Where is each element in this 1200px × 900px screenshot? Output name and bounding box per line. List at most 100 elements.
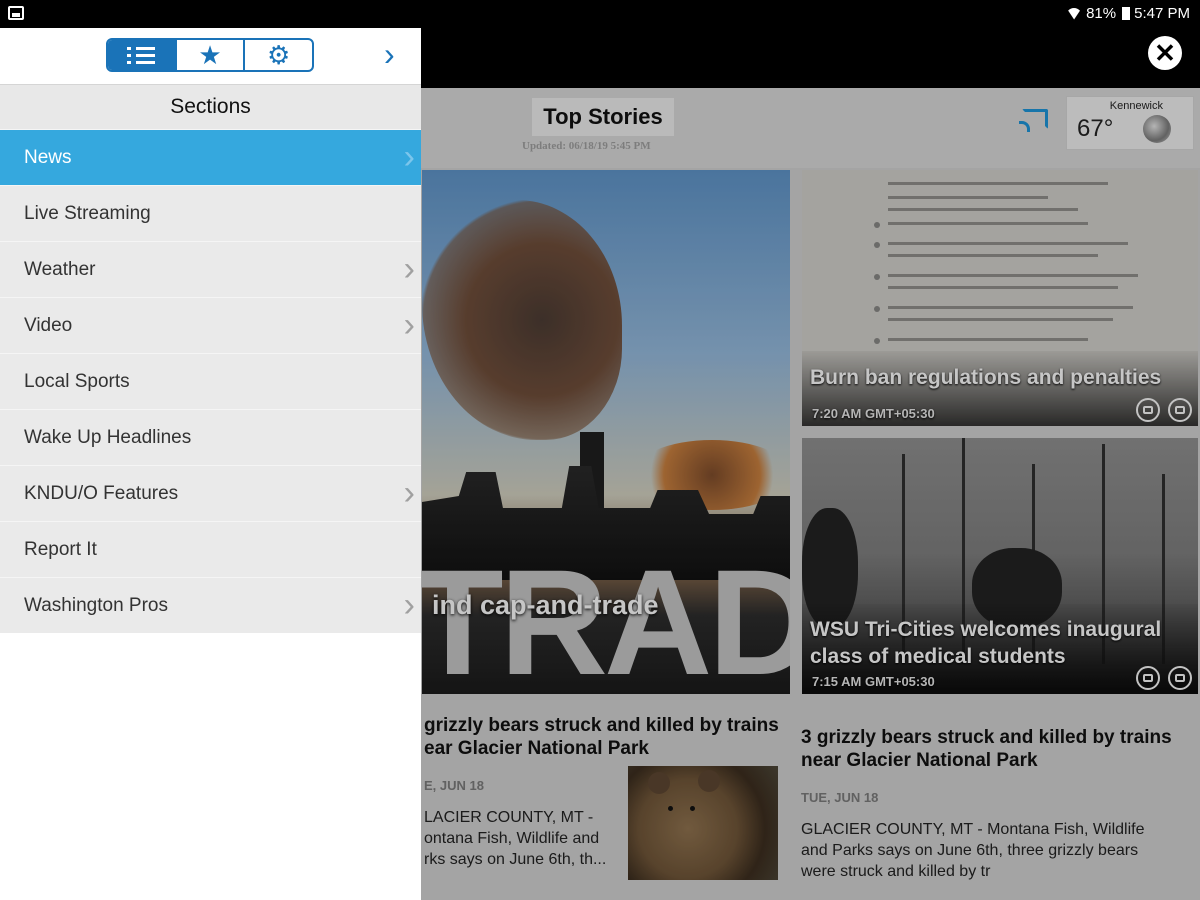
image-notification-icon [8, 6, 24, 20]
clock: 5:47 PM [1134, 5, 1190, 22]
tab-sections[interactable] [108, 40, 177, 70]
cloudy-moon-icon [1143, 115, 1171, 143]
chevron-right-icon[interactable]: › [384, 38, 395, 70]
article-title-line1: grizzly bears struck and killed by train… [424, 715, 779, 736]
chevron-right-icon[interactable]: › [404, 130, 415, 184]
document-bullet [874, 222, 880, 228]
story-time: 7:20 AM GMT+05:30 [812, 406, 935, 421]
drawer-tab-switcher: ★ ⚙ [106, 38, 314, 72]
battery-percent: 81% [1086, 5, 1117, 22]
document-line [888, 338, 1088, 341]
bear-eye [690, 806, 695, 811]
story-card-wsu[interactable]: WSU Tri-Cities welcomes inaugural class … [802, 438, 1198, 694]
weather-temperature: 67° [1077, 115, 1114, 142]
article-summary-line: and Parks says on June 6th, three grizzl… [801, 842, 1139, 859]
page-title: Top Stories [532, 98, 674, 136]
bear-eye [668, 806, 673, 811]
menu-item-label: Video [24, 315, 73, 336]
tab-favorites[interactable]: ★ [177, 40, 246, 70]
overlay-word: TRADE [422, 538, 790, 694]
document-bullet [874, 338, 880, 344]
story-title: Burn ban regulations and penalties [810, 366, 1162, 389]
document-line [888, 318, 1113, 321]
article-summary-line: rks says on June 6th, th... [424, 851, 607, 868]
bear-ear [648, 772, 670, 794]
chevron-right-icon[interactable]: › [404, 298, 415, 352]
battery-icon [1122, 7, 1131, 20]
menu-item-label: News [24, 147, 72, 168]
close-drawer-button[interactable]: ✕ [1148, 36, 1182, 70]
video-icon [1136, 666, 1160, 690]
menu-item-label: Report It [24, 539, 97, 560]
sections-menu: News › Live Streaming Weather › Video › … [0, 129, 421, 633]
bear-ear [698, 770, 720, 792]
list-icon [127, 45, 156, 65]
menu-item-label: Live Streaming [24, 203, 151, 224]
menu-item-label: Local Sports [24, 371, 130, 392]
document-line [888, 196, 1048, 199]
wifi-icon [1066, 8, 1082, 20]
gallery-icon [1168, 666, 1192, 690]
video-icon [1136, 398, 1160, 422]
gallery-icon [1168, 398, 1192, 422]
article-title-line2: near Glacier National Park [801, 750, 1038, 771]
menu-item-video[interactable]: Video › [0, 297, 421, 353]
menu-item-wake-up-headlines[interactable]: Wake Up Headlines [0, 409, 421, 465]
updated-timestamp: Updated: 06/18/19 5:45 PM [522, 140, 651, 152]
status-indicators: 81% 5:47 PM [1066, 5, 1190, 22]
menu-item-report-it[interactable]: Report It [0, 521, 421, 577]
navigation-drawer: ★ ⚙ › Sections News › Live Streaming Wea… [0, 28, 421, 900]
story-title: ind cap-and-trade [432, 590, 659, 620]
smoke-plume [422, 200, 622, 440]
document-line [888, 222, 1088, 225]
article-summary-line: LACIER COUNTY, MT - [424, 809, 594, 826]
document-line [888, 274, 1138, 277]
status-bar: 81% 5:47 PM [0, 0, 1200, 28]
document-bullet [874, 306, 880, 312]
article-summary-line: ontana Fish, Wildlife and [424, 830, 600, 847]
article-title-line2: ear Glacier National Park [424, 738, 649, 759]
story-title-line2: class of medical students [810, 645, 1066, 668]
chevron-right-icon[interactable]: › [404, 578, 415, 632]
document-line [888, 254, 1098, 257]
document-line [888, 208, 1078, 211]
cast-icon[interactable] [1019, 109, 1048, 132]
article-summary: GLACIER COUNTY, MT - Montana Fish, Wildl… [801, 819, 1191, 882]
article-title-line1: 3 grizzly bears struck and killed by tra… [801, 727, 1172, 748]
document-line [888, 286, 1118, 289]
article-grizzly-right[interactable]: 3 grizzly bears struck and killed by tra… [801, 726, 1191, 882]
document-line [888, 182, 1108, 185]
article-summary: LACIER COUNTY, MT - ontana Fish, Wildlif… [424, 807, 624, 870]
weather-city: Kennewick [1109, 100, 1163, 112]
article-summary-line: were struck and killed by tr [801, 863, 991, 880]
menu-item-weather[interactable]: Weather › [0, 241, 421, 297]
menu-item-live-streaming[interactable]: Live Streaming [0, 185, 421, 241]
document-line [888, 306, 1133, 309]
document-line [888, 242, 1128, 245]
story-card-burn-ban[interactable]: Burn ban regulations and penalties 7:20 … [802, 170, 1198, 426]
story-card-cap-and-trade[interactable]: TRADE ind cap-and-trade [422, 170, 790, 694]
story-title-line1: WSU Tri-Cities welcomes inaugural [810, 618, 1162, 641]
menu-item-label: Washington Pros [24, 595, 168, 616]
story-time: 7:15 AM GMT+05:30 [812, 674, 935, 689]
star-icon: ★ [198, 40, 222, 70]
article-date: TUE, JUN 18 [801, 790, 879, 805]
chevron-right-icon[interactable]: › [404, 242, 415, 296]
menu-item-news[interactable]: News › [0, 129, 421, 185]
menu-item-label: Wake Up Headlines [24, 427, 192, 448]
menu-item-washington-pros[interactable]: Washington Pros › [0, 577, 421, 633]
menu-item-kndu-features[interactable]: KNDU/O Features › [0, 465, 421, 521]
chevron-right-icon[interactable]: › [404, 466, 415, 520]
grizzly-bear-thumbnail[interactable] [628, 766, 778, 880]
drawer-toolbar: ★ ⚙ › [0, 28, 421, 85]
document-bullet [874, 274, 880, 280]
menu-item-label: KNDU/O Features [24, 483, 179, 504]
menu-item-local-sports[interactable]: Local Sports [0, 353, 421, 409]
article-summary-line: GLACIER COUNTY, MT - Montana Fish, Wildl… [801, 821, 1145, 838]
document-bullet [874, 242, 880, 248]
menu-item-label: Weather [24, 259, 96, 280]
weather-widget[interactable]: Kennewick 67° [1066, 96, 1194, 150]
sections-title: Sections [0, 85, 421, 129]
gear-icon: ⚙ [267, 40, 291, 70]
tab-settings[interactable]: ⚙ [245, 40, 312, 70]
